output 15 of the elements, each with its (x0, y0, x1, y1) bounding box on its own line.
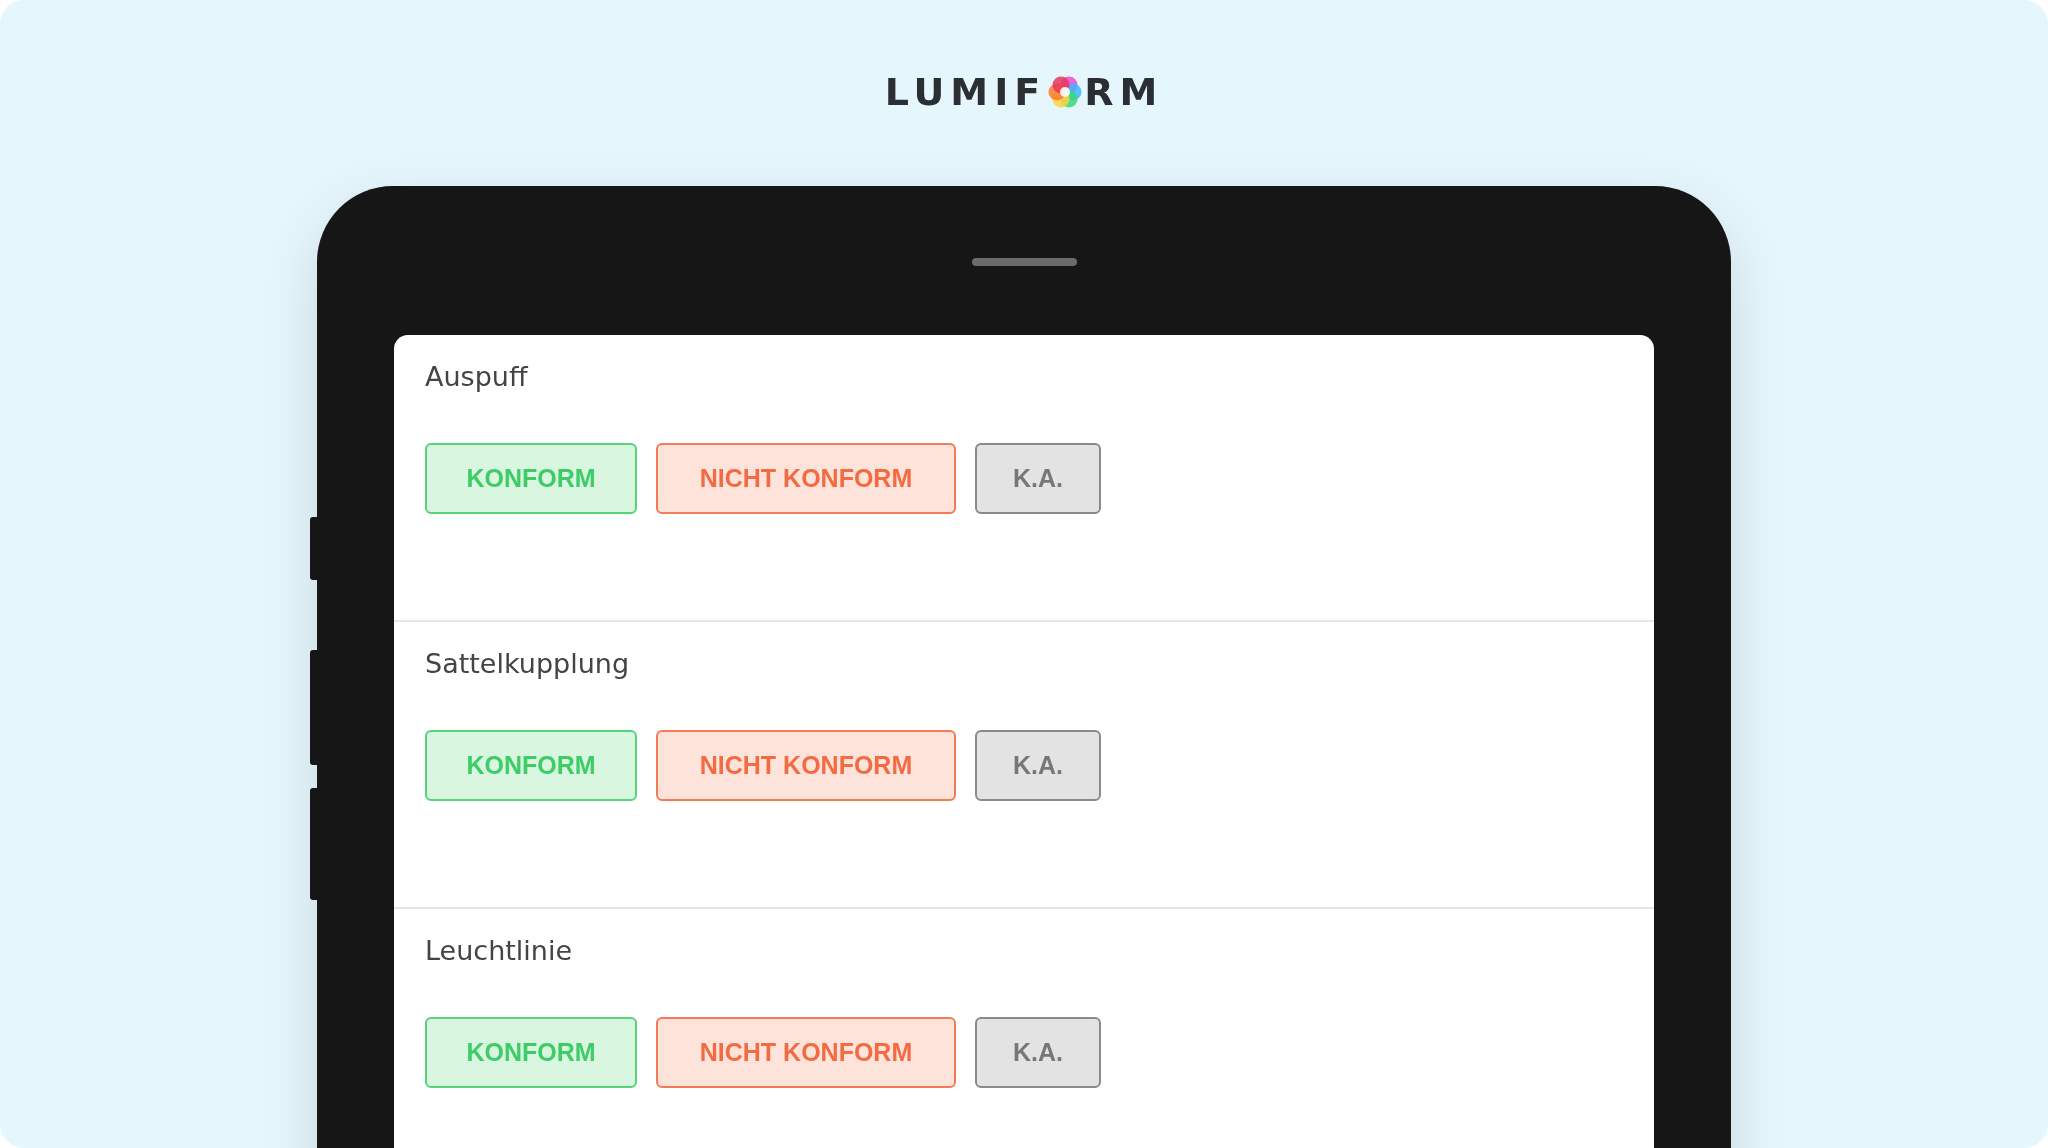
flower-icon (1048, 74, 1083, 110)
status-button[interactable]: K.A. (975, 1017, 1101, 1088)
section-label: Leuchtlinie (425, 935, 574, 966)
logo-text: LUMIF (884, 70, 1047, 114)
section-label: Auspuff (425, 361, 529, 392)
status-button[interactable]: NICHT KONFORM (656, 730, 956, 801)
status-button[interactable]: K.A. (975, 443, 1101, 514)
status-button[interactable]: NICHT KONFORM (656, 443, 956, 514)
status-button[interactable]: KONFORM (425, 1017, 637, 1088)
status-button[interactable]: KONFORM (425, 730, 637, 801)
status-button[interactable]: K.A. (975, 730, 1101, 801)
status-button[interactable]: KONFORM (425, 443, 637, 514)
status-button[interactable]: NICHT KONFORM (656, 1017, 956, 1088)
section-label: Sattelkupplung (425, 648, 631, 679)
logo-text: RM (1084, 70, 1164, 114)
